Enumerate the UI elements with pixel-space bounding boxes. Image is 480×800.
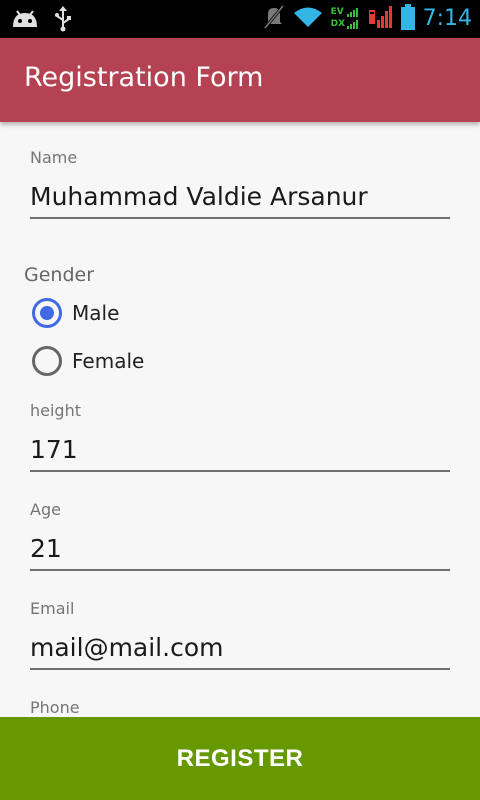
status-bar-right: EV DX 7:14 <box>263 4 472 34</box>
age-field[interactable] <box>30 527 450 571</box>
email-label: Email <box>30 599 75 618</box>
radio-female-label: Female <box>72 349 145 373</box>
signal-icon <box>368 4 393 34</box>
radio-female-button[interactable] <box>32 346 62 376</box>
status-time: 7:14 <box>422 6 472 31</box>
register-button[interactable]: REGISTER <box>0 717 480 800</box>
app-title: Registration Form <box>24 62 264 93</box>
ev-bottom-label: DX <box>330 19 346 29</box>
battery-icon <box>400 4 415 34</box>
name-field[interactable] <box>30 175 450 219</box>
phone-label: Phone <box>30 698 80 717</box>
registration-form: Name Gender Male Female height Age Email… <box>0 122 480 717</box>
usb-icon <box>54 6 72 36</box>
wifi-icon <box>293 5 323 33</box>
ev-top-label: EV <box>330 7 344 17</box>
android-icon <box>10 7 40 35</box>
status-bar-left <box>10 6 72 36</box>
ev-signal-icon: EV DX <box>331 7 361 31</box>
gender-label: Gender <box>24 264 95 286</box>
radio-male[interactable]: Male <box>32 298 119 328</box>
app-bar: Registration Form <box>0 38 480 122</box>
height-field[interactable] <box>30 428 450 472</box>
age-label: Age <box>30 500 61 519</box>
radio-male-button[interactable] <box>32 298 62 328</box>
radio-female[interactable]: Female <box>32 346 144 376</box>
height-label: height <box>30 401 81 420</box>
email-field[interactable] <box>30 626 450 670</box>
mute-icon <box>263 4 285 34</box>
radio-male-label: Male <box>72 301 120 325</box>
name-label: Name <box>30 148 78 167</box>
status-bar: EV DX 7:14 <box>0 0 480 38</box>
